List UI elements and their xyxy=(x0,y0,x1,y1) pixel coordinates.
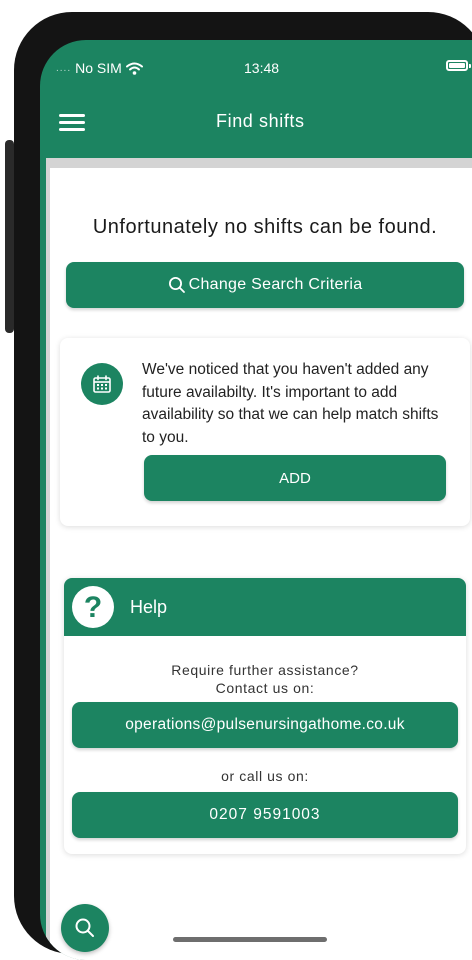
phone-number: 0207 9591003 xyxy=(209,806,321,823)
help-header: ? Help xyxy=(64,578,466,636)
help-assistance-text: Require further assistance? xyxy=(171,662,359,678)
empty-results-message: Unfortunately no shifts can be found. xyxy=(92,216,438,238)
change-search-label: Change Search Criteria xyxy=(188,276,363,293)
change-search-button[interactable]: Change Search Criteria xyxy=(66,262,464,308)
availability-card: We've noticed that you haven't added any… xyxy=(60,338,470,526)
question-mark-icon: ? xyxy=(72,586,114,628)
status-bar: .... No SIM 13:48 xyxy=(40,40,472,96)
battery-icon xyxy=(446,60,471,71)
search-fab-button[interactable] xyxy=(61,904,109,952)
help-card: ? Help Require further assistance? Conta… xyxy=(64,578,466,854)
availability-message: We've noticed that you haven't added any… xyxy=(142,361,439,446)
app-screen: .... No SIM 13:48 Find shifts Unfortunat… xyxy=(40,40,472,960)
status-time: 13:48 xyxy=(244,60,280,76)
phone-button[interactable]: 0207 9591003 xyxy=(72,792,458,838)
calendar-icon-badge xyxy=(81,363,123,405)
navbar: Find shifts xyxy=(40,96,472,158)
content-panel: Unfortunately no shifts can be found. Ch… xyxy=(50,168,472,960)
home-indicator[interactable] xyxy=(173,937,327,942)
help-contact-text: Contact us on: xyxy=(215,680,315,696)
search-icon xyxy=(75,918,94,937)
add-button-label: ADD xyxy=(279,469,311,487)
hamburger-menu-icon[interactable] xyxy=(59,112,85,132)
add-availability-button[interactable]: ADD xyxy=(144,455,446,501)
content-area: Unfortunately no shifts can be found. Ch… xyxy=(46,158,472,960)
phone-frame: .... No SIM 13:48 Find shifts Unfortunat… xyxy=(14,12,472,960)
carrier-group: .... No SIM xyxy=(56,60,143,76)
carrier-label: No SIM xyxy=(75,60,122,76)
wifi-icon xyxy=(125,62,143,75)
search-icon xyxy=(168,277,185,293)
email-button[interactable]: operations@pulsenursingathome.co.uk xyxy=(72,702,458,748)
calendar-icon xyxy=(93,375,111,393)
call-us-text: or call us on: xyxy=(221,768,309,784)
side-button xyxy=(5,140,14,333)
email-address: operations@pulsenursingathome.co.uk xyxy=(125,716,405,733)
page-title: Find shifts xyxy=(216,111,305,131)
signal-dots-icon: .... xyxy=(56,62,72,74)
help-title: Help xyxy=(130,597,168,617)
